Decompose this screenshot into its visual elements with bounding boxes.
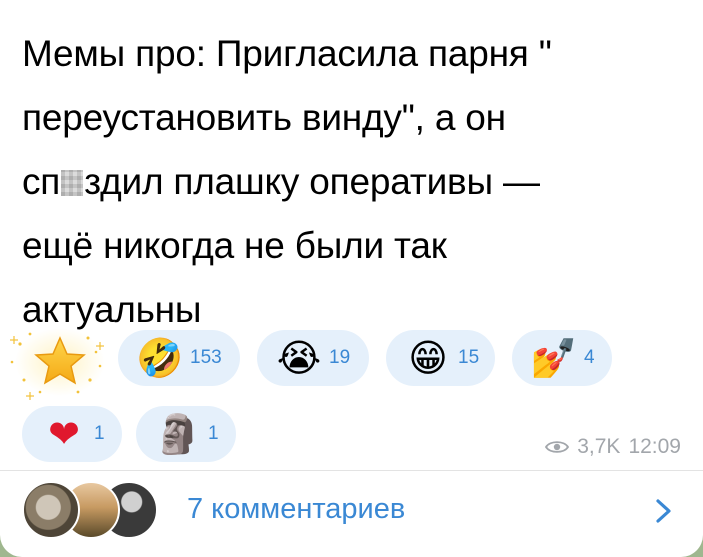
grinning-face-icon: 😁 [408, 336, 448, 380]
rofl-face-icon: 🤣 [136, 336, 184, 380]
view-count: 3,7K [577, 435, 621, 458]
reaction-count: 1 [208, 423, 219, 444]
comments-label: 7 комментариев [187, 493, 406, 525]
reaction-heart[interactable]: ❤ 1 [22, 406, 122, 462]
star-icon [10, 328, 105, 400]
avatar [22, 481, 80, 539]
crying-face-icon: 😭 [276, 336, 322, 380]
reaction-count: 1 [94, 423, 105, 444]
post-text-line: ещё никогда не были так [22, 225, 447, 266]
post-text-line: сп здил плашку оперативы — [22, 150, 682, 214]
message-time: 12:09 [628, 435, 681, 458]
reaction-moai[interactable]: 🗿 1 [136, 406, 236, 462]
post-text: Мемы про: Пригласила парня " переустанов… [22, 22, 682, 342]
reaction-count: 153 [190, 347, 222, 368]
message-bubble: Мемы про: Пригласила парня " переустанов… [0, 0, 703, 557]
reaction-count: 4 [584, 347, 595, 368]
chevron-right-icon [656, 499, 671, 523]
post-text-line: Мемы про: Пригласила парня " [22, 33, 552, 74]
reaction-rofl[interactable]: 🤣 153 [118, 330, 240, 386]
nail-polish-icon: 💅 [530, 336, 578, 380]
star-reaction-button[interactable] [0, 322, 110, 402]
heart-icon: ❤ [48, 412, 80, 456]
post-text-line: переустановить винду", а он [22, 97, 506, 138]
reaction-grinning[interactable]: 😁 15 [386, 330, 495, 386]
spoiler-blur[interactable] [61, 170, 84, 196]
reaction-count: 15 [458, 347, 480, 368]
message-meta: 3,7K 12:09 [545, 435, 681, 459]
reaction-nail-polish[interactable]: 💅 4 [512, 330, 612, 386]
post-text-fragment: здил плашку оперативы — [84, 161, 540, 202]
comments-button[interactable]: 7 комментариев [0, 471, 703, 551]
eye-icon [545, 441, 570, 453]
reaction-crying[interactable]: 😭 19 [257, 330, 369, 386]
moai-icon: 🗿 [154, 412, 202, 456]
reaction-count: 19 [329, 347, 351, 368]
post-text-fragment: сп [22, 161, 61, 202]
